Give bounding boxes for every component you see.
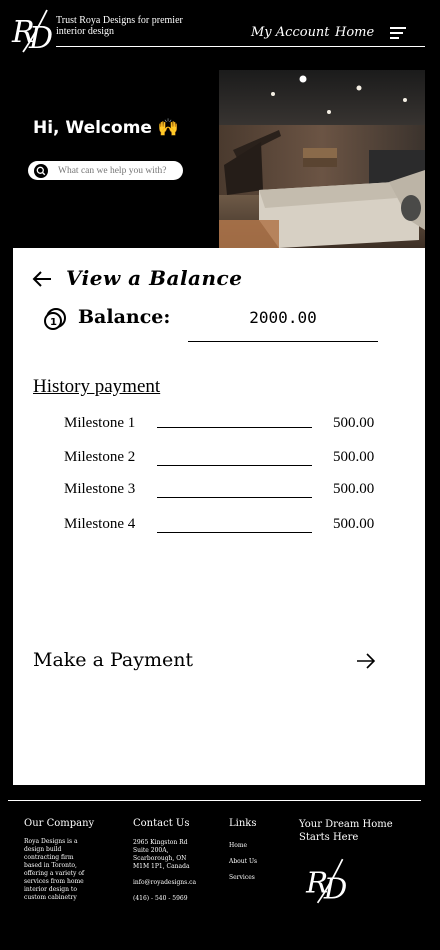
balance-value: 2000.00 — [249, 308, 317, 327]
milestone-label: Milestone 1 — [64, 415, 136, 431]
footer-link-home[interactable]: Home — [229, 842, 247, 850]
footer-company-line: custom cabinetry — [24, 894, 77, 901]
footer-address-line: 2965 Kingston Rd — [133, 839, 188, 846]
milestone-amount: 500.00 — [333, 481, 375, 497]
footer-link-services[interactable]: Services — [229, 874, 255, 882]
footer-company-heading: Our Company — [24, 818, 95, 829]
history-payment-heading: History payment — [33, 376, 161, 397]
rd-logo[interactable]: R D — [11, 8, 55, 54]
balance-label: Balance: — [78, 306, 171, 328]
milestone-amount: 500.00 — [333, 516, 375, 532]
milestone-label: Milestone 3 — [64, 481, 136, 497]
balance-panel: View a Balance 1 Balance: 2000.00 Histor… — [13, 248, 425, 785]
milestone-divider — [157, 465, 312, 466]
milestone-amount: 500.00 — [333, 415, 375, 431]
footer-link-about[interactable]: About Us — [229, 858, 257, 866]
header-tagline: Trust Roya Designs for premier interior … — [56, 15, 183, 37]
make-payment-link[interactable]: Make a Payment — [33, 649, 193, 671]
footer-slogan: Your Dream Home Starts Here — [299, 819, 393, 843]
footer-address-line: Suite 200A, — [133, 847, 169, 854]
page-title: View a Balance — [66, 266, 243, 290]
welcome-heading: Hi, Welcome 🙌 — [33, 118, 180, 138]
svg-text:1: 1 — [50, 317, 57, 328]
footer-address-line: M1M 1P1, Canada — [133, 863, 190, 870]
footer-company-line: contracting firm — [24, 854, 74, 861]
nav-my-account[interactable]: My Account — [251, 25, 330, 40]
right-arrow-icon[interactable] — [356, 652, 376, 670]
footer-company-text: Roya Designs is a design build contracti… — [24, 838, 124, 902]
footer-links-heading: Links — [229, 818, 257, 829]
milestone-divider — [157, 497, 312, 498]
footer-email[interactable]: info@royadesigns.ca — [133, 879, 196, 887]
hero-interior-photo — [219, 70, 425, 248]
footer-company-line: based in Toronto, — [24, 862, 77, 869]
milestone-row: Milestone 1 500.00 — [64, 415, 384, 435]
footer-address: 2965 Kingston Rd Suite 200A, Scarborough… — [133, 839, 213, 871]
footer-address-line: Scarborough, ON — [133, 855, 187, 862]
search-bar[interactable] — [28, 161, 183, 180]
footer-company-line: design build — [24, 846, 62, 853]
milestone-divider — [157, 427, 312, 428]
footer-rd-logo: R D — [305, 858, 347, 905]
header-divider — [56, 46, 425, 47]
nav-home[interactable]: Home — [335, 25, 374, 40]
search-icon — [34, 163, 48, 178]
balance-underline — [188, 341, 378, 342]
site-header: R D Trust Roya Designs for premier inter… — [0, 0, 440, 60]
footer-company-line: interior design to — [24, 886, 77, 893]
footer-company-line: offering a variety of — [24, 870, 85, 877]
milestone-divider — [157, 532, 312, 533]
footer-contact-heading: Contact Us — [133, 818, 190, 829]
milestone-row: Milestone 3 500.00 — [64, 481, 384, 501]
footer-company-line: Roya Designs is a — [24, 838, 78, 845]
milestone-row: Milestone 2 500.00 — [64, 449, 384, 469]
milestone-label: Milestone 4 — [64, 516, 136, 532]
footer-divider — [8, 800, 421, 801]
back-arrow-icon[interactable] — [32, 270, 52, 288]
milestone-label: Milestone 2 — [64, 449, 136, 465]
coin-icon: 1 — [44, 308, 66, 330]
milestone-row: Milestone 4 500.00 — [64, 516, 384, 536]
menu-icon[interactable] — [390, 26, 406, 40]
milestone-amount: 500.00 — [333, 449, 375, 465]
footer-company-line: services from home — [24, 878, 84, 885]
search-input[interactable] — [58, 165, 183, 176]
footer-phone[interactable]: (416) - 540 - 5969 — [133, 895, 188, 903]
